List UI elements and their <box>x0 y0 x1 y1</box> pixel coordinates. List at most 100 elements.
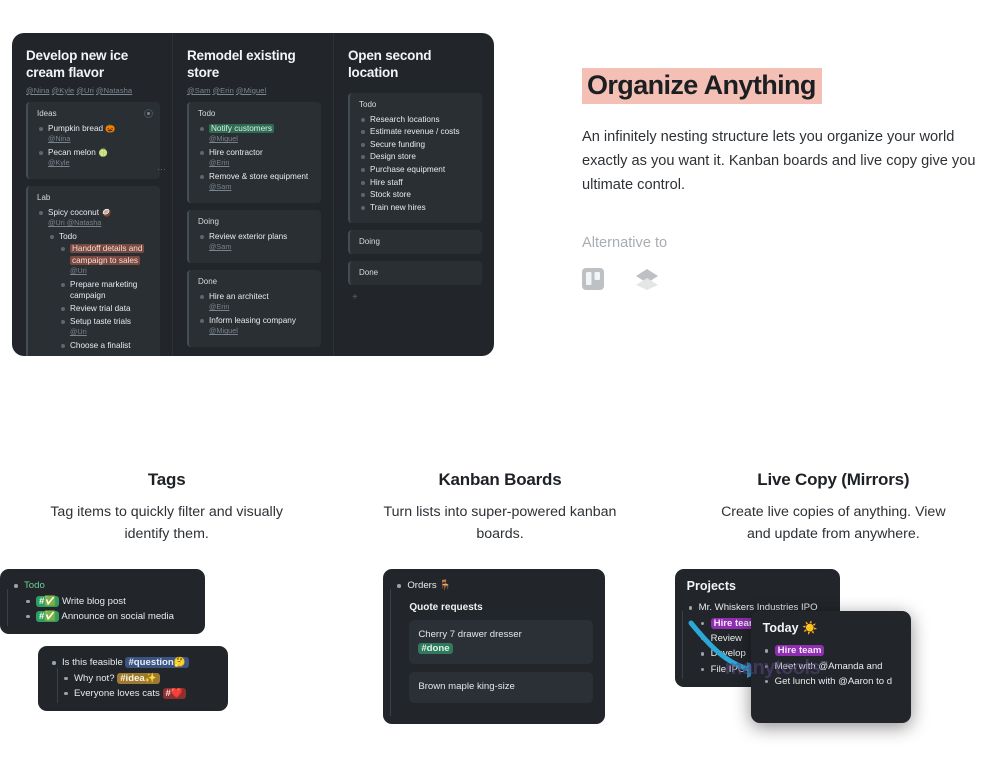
list-item[interactable]: Research locations <box>359 114 474 126</box>
item-mention[interactable]: @Uri <box>70 266 152 276</box>
list-item[interactable]: Stock store <box>359 189 474 201</box>
list-item[interactable]: Purchase equipment <box>359 164 474 176</box>
kanban-card-lab[interactable]: Lab Spicy coconut 🥥 @Uri @Natasha Todo H… <box>26 185 160 356</box>
card-title: Todo <box>198 108 216 118</box>
column-title: Remodel existing store <box>187 48 296 81</box>
board-column-1: Develop new ice cream flavor @Nina @Kyle @… <box>12 33 173 356</box>
indent-rail <box>7 589 8 627</box>
list-item[interactable]: Hire an architect @Erin <box>198 291 313 313</box>
list-item[interactable]: Train new hires <box>359 202 474 214</box>
nested-title[interactable]: Todo <box>48 231 152 243</box>
feature-title: Kanban Boards <box>438 470 562 489</box>
kanban-card-doing[interactable]: Doing <box>348 229 482 254</box>
list-item[interactable]: Choose a finalist <box>59 340 152 352</box>
mention[interactable]: @Nina <box>26 86 50 95</box>
list-item[interactable]: Remove & store equipment @Sam <box>198 171 313 193</box>
item-text: Remove & store equipment <box>209 171 309 181</box>
trello-logo-icon <box>582 268 604 295</box>
indent-rail <box>681 611 683 680</box>
item-mention[interactable]: @Erin <box>209 302 313 312</box>
mention[interactable]: @Erin <box>212 86 233 95</box>
list-item[interactable]: Hire staff <box>359 177 474 189</box>
item-mention[interactable]: @Uri @Natasha <box>48 218 152 228</box>
item-mention[interactable]: @Erin <box>209 158 313 168</box>
tag-badge[interactable]: #question🤔 <box>125 657 189 669</box>
tag-badge[interactable]: #✅ <box>36 595 60 607</box>
panel-title: Projects <box>686 579 736 594</box>
list-item[interactable]: Spicy coconut 🥥 @Uri @Natasha <box>37 207 152 229</box>
item-mention[interactable]: @Miguel <box>209 326 313 336</box>
tag-badge[interactable]: #idea✨ <box>117 672 160 684</box>
item-text: Spicy coconut 🥥 <box>48 207 112 217</box>
feature-kanban: Kanban Boards Turn lists into super-powe… <box>333 470 666 749</box>
mention[interactable]: @Sam <box>187 86 210 95</box>
collapse-icon[interactable] <box>144 108 153 118</box>
list-item[interactable]: Pecan melon 🍈 @Kyle <box>37 147 152 169</box>
list-item[interactable]: Design store <box>359 151 474 163</box>
tag-badge[interactable]: #done <box>418 642 453 654</box>
mention[interactable]: @Kyle <box>52 86 75 95</box>
list-header[interactable]: Orders 🪑 <box>395 578 593 593</box>
list-item[interactable]: Notify customers @Miguel <box>198 123 313 145</box>
list-item[interactable]: #✅ Write blog post <box>12 594 193 609</box>
card-title: Ideas <box>37 108 57 118</box>
list-item[interactable]: Setup taste trials @Uri <box>59 316 152 338</box>
kanban-card-done[interactable]: Done Hire an architect @Erin Inform leas… <box>187 269 321 347</box>
kanban-card-todo[interactable]: Todo Research locations Estimate revenue… <box>348 92 482 223</box>
item-text: Hire an architect <box>209 291 269 301</box>
list-item[interactable]: Estimate revenue / costs <box>359 126 474 138</box>
feature-description: Create live copies of anything. View and… <box>721 504 946 542</box>
feature-screenshot: Todo #✅ Write blog post #✅ Announce on s… <box>0 569 333 749</box>
add-card-button[interactable]: + <box>348 292 482 303</box>
nested-group: Todo Handoff details and campaign to sal… <box>37 231 152 352</box>
nested-items: Handoff details and campaign to sales @U… <box>48 243 152 351</box>
card-menu-icon[interactable]: ⋯ <box>157 164 167 175</box>
kanban-card-todo[interactable]: Todo Notify customers @Miguel Hire contr… <box>187 101 321 203</box>
list-item[interactable]: Secure funding <box>359 139 474 151</box>
layers-logo-icon <box>634 267 660 296</box>
quote-card[interactable]: Cherry 7 drawer dresser #done <box>409 619 594 665</box>
item-mention[interactable]: @Uri <box>70 327 152 337</box>
list-item[interactable]: Handoff details and campaign to sales @U… <box>59 243 152 277</box>
tags-panel-question: Is this feasible #question🤔 Why not? #id… <box>38 646 228 712</box>
column-mentions: @Nina @Kyle @Uri @Natasha <box>26 86 160 95</box>
kanban-card-done[interactable]: Done <box>348 260 482 285</box>
tag-badge[interactable]: #✅ <box>36 610 60 622</box>
item-mention[interactable]: @Sam <box>209 182 313 192</box>
kanban-card-doing[interactable]: Doing Review exterior plans @Sam <box>187 209 321 263</box>
list-item[interactable]: #✅ Announce on social media <box>12 609 193 624</box>
list-item[interactable]: Review trial data <box>59 303 152 315</box>
card-title: Doing <box>198 216 219 226</box>
item-mention[interactable]: @Sam <box>209 242 313 252</box>
list-item[interactable]: Everyone loves cats #❤️ <box>50 686 216 701</box>
list-item[interactable]: Pumpkin bread 🎃 @Nina <box>37 123 152 145</box>
list-item[interactable]: Inform leasing company @Miguel <box>198 315 313 337</box>
mention[interactable]: @Miguel <box>236 86 266 95</box>
hero-section: Develop new ice cream flavor @Nina @Kyle @… <box>0 0 1000 380</box>
list-item[interactable]: Prepare marketing campaign <box>59 279 152 302</box>
kanban-card-ideas[interactable]: Ideas Pumpkin bread 🎃 @Nina Pecan melon … <box>26 101 166 179</box>
item-mention[interactable]: @Nina <box>48 134 152 144</box>
mention[interactable]: @Natasha <box>96 86 132 95</box>
tag-badge[interactable]: #❤️ <box>162 687 186 699</box>
list-item[interactable]: Review exterior plans @Sam <box>198 231 313 253</box>
list-item[interactable]: Hire team <box>763 643 899 658</box>
list-item[interactable]: Get lunch with @Aaron to d <box>763 674 899 689</box>
card-title: Lab <box>37 192 51 202</box>
list-item[interactable]: Why not? #idea✨ <box>50 671 216 686</box>
item-mention[interactable]: @Miguel <box>209 134 313 144</box>
card-text: Cherry 7 drawer dresser <box>418 628 522 640</box>
item-text: Handoff details and campaign to sales <box>70 244 145 265</box>
page-title: Organize Anything <box>582 68 822 105</box>
card-title: Todo <box>359 99 377 109</box>
list-item[interactable]: Is this feasible #question🤔 <box>50 655 216 670</box>
item-text: Announce on social media <box>61 610 174 622</box>
alternative-logos <box>582 267 982 296</box>
list-header[interactable]: Todo <box>12 578 193 593</box>
item-mention[interactable]: @Kyle <box>48 158 152 168</box>
mention[interactable]: @Uri <box>76 86 94 95</box>
list-item[interactable]: Meet with @Amanda and <box>763 659 899 674</box>
board-column-3: Open second location Todo Research locat… <box>334 33 494 356</box>
list-item[interactable]: Hire contractor @Erin <box>198 147 313 169</box>
quote-card[interactable]: Brown maple king-size <box>409 672 594 703</box>
